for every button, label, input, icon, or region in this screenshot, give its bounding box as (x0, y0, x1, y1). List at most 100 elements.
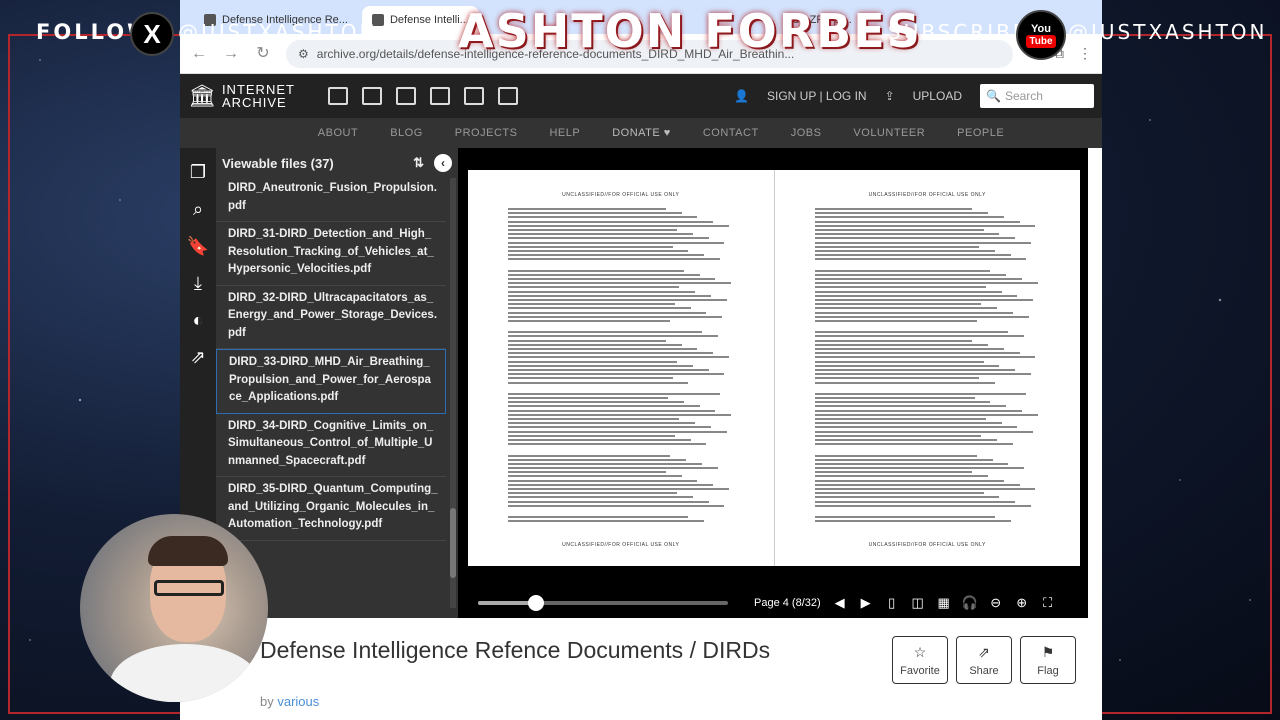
text-line (508, 483, 714, 486)
text-line (508, 467, 718, 470)
page-footer: UNCLASSIFIED//FOR OFFICIAL USE ONLY (868, 542, 986, 548)
zoom-in-icon[interactable]: ⊕ (1015, 595, 1029, 610)
one-page-view-icon[interactable]: ▯ (885, 595, 899, 610)
text-line (508, 269, 684, 272)
file-item[interactable]: DIRD_35-DIRD_Quantum_Computing_and_Utili… (216, 477, 446, 541)
text-line (814, 208, 973, 210)
web-icon[interactable] (328, 87, 348, 105)
text-line (814, 373, 1031, 376)
text-line (814, 348, 1004, 350)
back-icon[interactable]: ← (190, 45, 208, 63)
text-line (508, 454, 671, 457)
files-header: Viewable files (37) ⇅ ‹ (216, 148, 458, 178)
text-line (814, 278, 1022, 280)
text-line (814, 492, 984, 495)
file-item[interactable]: DIRD_34-DIRD_Cognitive_Limits_on_Simulta… (216, 414, 446, 477)
text-line (508, 520, 705, 523)
text-line (814, 462, 1009, 465)
nav-contact[interactable]: CONTACT (687, 127, 775, 139)
ia-search-input[interactable]: 🔍 Search (980, 84, 1094, 108)
text-line (508, 438, 691, 441)
upload-link[interactable]: UPLOAD (913, 89, 962, 103)
text-line (508, 278, 716, 280)
text-line (814, 454, 977, 457)
ia-logo[interactable]: 🏛 INTERNET ARCHIVE (188, 83, 318, 109)
site-info-icon[interactable]: ⚙ (298, 47, 309, 61)
right-page: UNCLASSIFIED//FOR OFFICIAL USE ONLY UNCL… (773, 170, 1081, 566)
read-aloud-icon[interactable]: 🎧 (962, 595, 978, 610)
text-line (814, 339, 973, 342)
text-line (508, 307, 691, 310)
nav-projects[interactable]: PROJECTS (439, 127, 534, 139)
sort-icon[interactable]: ⇅ (413, 155, 424, 171)
fullscreen-icon[interactable]: ⛶ (1041, 595, 1055, 610)
favorite-label: Favorite (900, 664, 940, 677)
file-item[interactable]: DIRD_Aneutronic_Fusion_Propulsion.pdf (216, 176, 446, 222)
share-button[interactable]: ⇗ Share (956, 636, 1012, 684)
file-item[interactable]: DIRD_32-DIRD_Ultracapacitators_as_Energy… (216, 286, 446, 349)
nav-donate[interactable]: DONATE ♥ (596, 127, 687, 139)
two-page-view-icon[interactable]: ◫ (911, 595, 925, 610)
text-line (508, 237, 709, 240)
nav-about[interactable]: ABOUT (302, 127, 374, 139)
menu-icon[interactable]: ⋮ (1078, 45, 1092, 62)
file-item-selected[interactable]: DIRD_33-DIRD_MHD_Air_Breathing_Propulsio… (216, 349, 446, 414)
thumbnail-view-icon[interactable]: ▦ (937, 595, 951, 610)
software-icon[interactable] (464, 87, 484, 105)
nav-people[interactable]: PEOPLE (941, 127, 1020, 139)
nav-help[interactable]: HELP (533, 127, 596, 139)
text-line (508, 443, 707, 446)
text-line (814, 303, 982, 306)
nav-blog[interactable]: BLOG (374, 127, 439, 139)
text-line (508, 258, 720, 261)
prev-page-icon[interactable]: ◀ (833, 595, 847, 610)
text-line (814, 335, 1025, 338)
video-icon[interactable] (396, 87, 416, 105)
text-line (814, 282, 1038, 285)
text-line (814, 315, 1029, 318)
slider-knob[interactable] (527, 595, 544, 611)
author-link[interactable]: various (277, 694, 319, 709)
file-item[interactable]: DIRD_31-DIRD_Detection_and_High_Resoluti… (216, 222, 446, 286)
texts-icon[interactable] (362, 87, 382, 105)
text-line (814, 405, 1007, 408)
item-byline: by various (260, 694, 319, 709)
share-icon[interactable]: ⇗ (190, 347, 205, 368)
signup-login-link[interactable]: SIGN UP | LOG IN (767, 89, 867, 103)
text-line (814, 290, 1002, 293)
download-icon[interactable]: ⤓ (194, 273, 202, 294)
book-spread: UNCLASSIFIED//FOR OFFICIAL USE ONLY UNCL… (468, 170, 1080, 566)
text-line (508, 426, 711, 429)
audio-icon[interactable] (430, 87, 450, 105)
scrollbar-thumb[interactable] (450, 508, 456, 578)
archive-temple-icon: 🏛 (188, 83, 216, 108)
zoom-out-icon[interactable]: ⊖ (989, 595, 1003, 610)
upload-icon: ⇪ (884, 89, 895, 103)
text-line (508, 516, 689, 519)
files-scrollbar[interactable] (450, 178, 456, 608)
text-line (814, 319, 977, 322)
nav-jobs[interactable]: JOBS (775, 127, 838, 139)
subscribe-label: SUBSCRIBE (888, 20, 1029, 44)
text-line (508, 434, 675, 437)
contrast-icon[interactable]: ◐ (193, 310, 204, 331)
favorite-button[interactable]: ☆ Favorite (892, 636, 948, 684)
text-line (508, 458, 687, 461)
next-page-icon[interactable]: ▶ (859, 595, 873, 610)
text-line (508, 381, 689, 384)
text-line (814, 224, 1036, 227)
flag-button[interactable]: ⚑ Flag (1020, 636, 1076, 684)
bookmark-icon[interactable]: 🔖 (187, 236, 209, 257)
images-icon[interactable] (498, 87, 518, 105)
page-slider[interactable] (478, 595, 728, 611)
forward-icon[interactable]: → (222, 45, 240, 63)
search-icon[interactable]: ⌕ (193, 199, 203, 220)
text-line (508, 298, 727, 301)
files-icon[interactable]: ❐ (190, 162, 206, 183)
nav-volunteer[interactable]: VOLUNTEER (837, 127, 941, 139)
flag-icon: ⚑ (1041, 643, 1055, 660)
reload-icon[interactable]: ↻ (254, 45, 272, 63)
text-line (508, 303, 675, 306)
close-panel-icon[interactable]: ‹ (434, 154, 452, 172)
text-line (814, 520, 1011, 523)
